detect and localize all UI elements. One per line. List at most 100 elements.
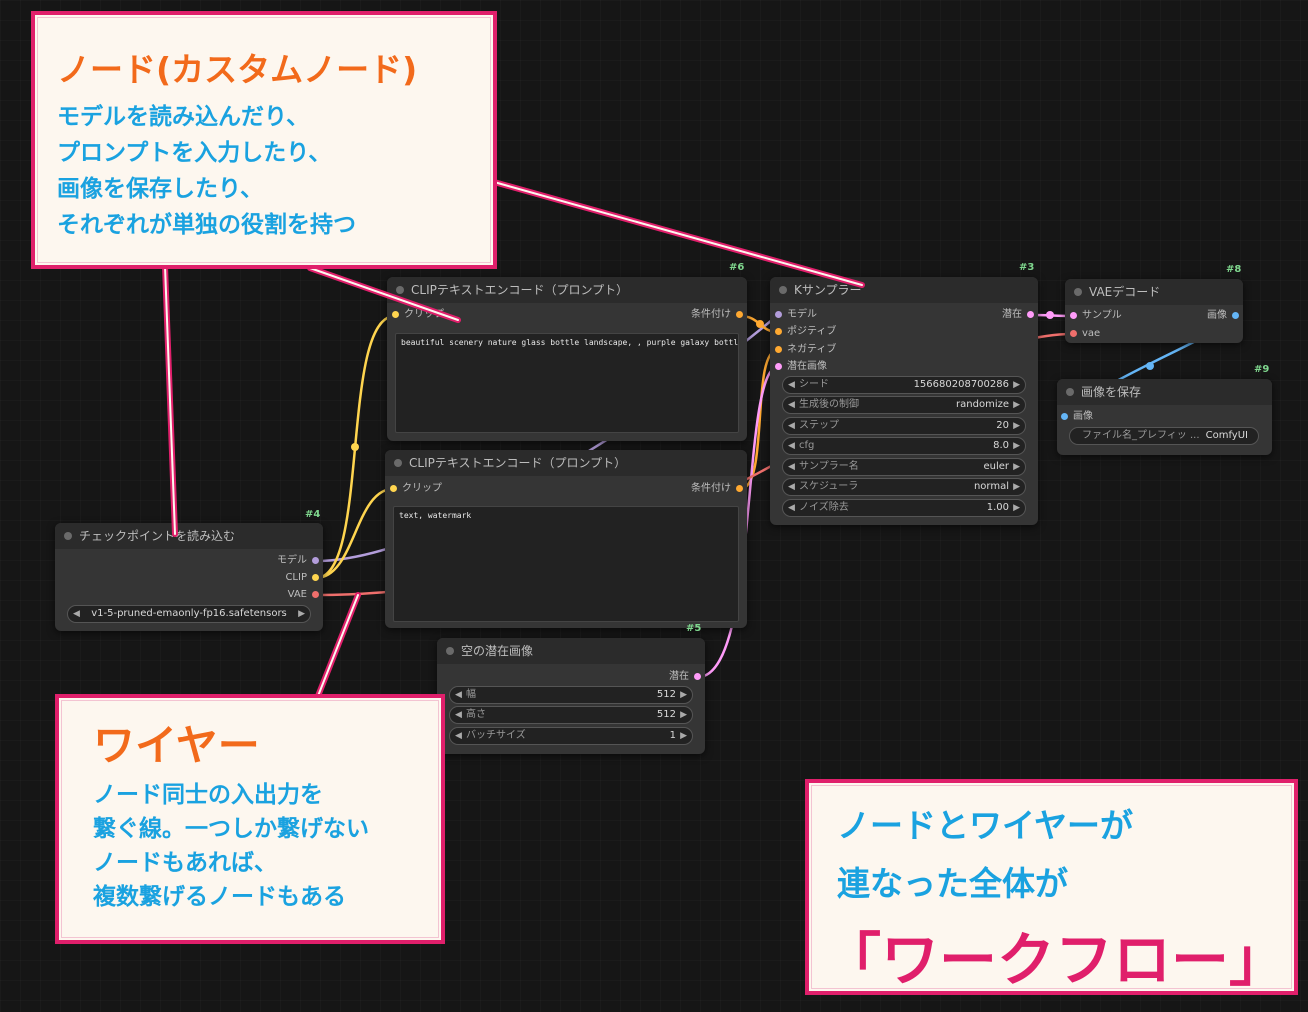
arrow-right-icon[interactable]: ▶ xyxy=(1013,397,1020,413)
slot-dot-icon[interactable] xyxy=(1070,330,1077,337)
slot-dot-icon[interactable] xyxy=(1061,413,1068,420)
input-model[interactable]: モデル xyxy=(775,308,817,322)
input-samples[interactable]: サンプル xyxy=(1070,309,1122,323)
arrow-right-icon[interactable]: ▶ xyxy=(680,728,687,744)
arrow-right-icon[interactable]: ▶ xyxy=(680,687,687,703)
reroute-dot[interactable] xyxy=(1146,362,1154,370)
input-latent-image[interactable]: 潜在画像 xyxy=(775,360,827,374)
input-positive[interactable]: ポジティブ xyxy=(775,325,836,339)
arrow-left-icon[interactable]: ◀ xyxy=(788,479,795,495)
output-latent[interactable]: 潜在 xyxy=(1002,308,1034,322)
arrow-right-icon[interactable]: ▶ xyxy=(1013,438,1020,454)
slot-dot-icon[interactable] xyxy=(312,574,319,581)
reroute-dot[interactable] xyxy=(351,443,359,451)
widget-seed[interactable]: ◀ シード 156680208700286 ▶ xyxy=(782,376,1026,394)
node-ksampler[interactable]: Kサンプラー モデル ポジティブ ネガティブ 潜在画像 潜在 ◀ シード 15668… xyxy=(770,277,1038,525)
slot-dot-icon[interactable] xyxy=(775,328,782,335)
slot-dot-icon[interactable] xyxy=(390,485,397,492)
slot-dot-icon[interactable] xyxy=(694,673,701,680)
slot-dot-icon[interactable] xyxy=(736,485,743,492)
slot-dot-icon[interactable] xyxy=(1070,312,1077,319)
slot-dot-icon[interactable] xyxy=(312,591,319,598)
node-id: #6 xyxy=(729,262,745,273)
filename-prefix-field[interactable]: ファイル名_プレフィッ ... ComfyUI xyxy=(1069,427,1259,445)
arrow-left-icon[interactable]: ◀ xyxy=(455,687,462,703)
node-vae-decode[interactable]: VAEデコード サンプル vae 画像 xyxy=(1065,279,1243,343)
slot-dot-icon[interactable] xyxy=(1027,311,1034,318)
node-clip-text-encode-positive[interactable]: CLIPテキストエンコード（プロンプト） クリップ 条件付け beautiful… xyxy=(387,277,747,441)
node-header[interactable]: Kサンプラー xyxy=(770,277,1038,303)
arrow-left-icon[interactable]: ◀ xyxy=(73,606,80,622)
widget-control-after-generate[interactable]: ◀ 生成後の制御 randomize ▶ xyxy=(782,396,1026,414)
collapse-dot-icon[interactable] xyxy=(394,459,402,467)
output-conditioning[interactable]: 条件付け xyxy=(691,308,743,322)
collapse-dot-icon[interactable] xyxy=(396,286,404,294)
node-save-image[interactable]: 画像を保存 画像 ファイル名_プレフィッ ... ComfyUI xyxy=(1057,379,1272,455)
arrow-right-icon[interactable]: ▶ xyxy=(1013,377,1020,393)
node-header[interactable]: CLIPテキストエンコード（プロンプト） xyxy=(387,277,747,303)
node-header[interactable]: 空の潜在画像 xyxy=(437,638,705,664)
reroute-dot[interactable] xyxy=(1046,311,1054,319)
arrow-right-icon[interactable]: ▶ xyxy=(1013,459,1020,475)
input-clip[interactable]: クリップ xyxy=(392,308,444,322)
arrow-right-icon[interactable]: ▶ xyxy=(1013,418,1020,434)
collapse-dot-icon[interactable] xyxy=(1074,288,1082,296)
node-header[interactable]: 画像を保存 xyxy=(1057,379,1272,405)
widget-batch-size[interactable]: ◀ バッチサイズ 1 ▶ xyxy=(449,727,693,745)
node-header[interactable]: VAEデコード xyxy=(1065,279,1243,305)
input-clip[interactable]: クリップ xyxy=(390,482,442,496)
reroute-dot[interactable] xyxy=(756,320,764,328)
arrow-left-icon[interactable]: ◀ xyxy=(788,397,795,413)
arrow-left-icon[interactable]: ◀ xyxy=(455,707,462,723)
arrow-right-icon[interactable]: ▶ xyxy=(1013,479,1020,495)
widget-scheduler[interactable]: ◀ スケジューラ normal ▶ xyxy=(782,478,1026,496)
arrow-right-icon[interactable]: ▶ xyxy=(298,606,305,622)
collapse-dot-icon[interactable] xyxy=(1066,388,1074,396)
arrow-left-icon[interactable]: ◀ xyxy=(455,728,462,744)
output-conditioning[interactable]: 条件付け xyxy=(691,482,743,496)
widget-width[interactable]: ◀ 幅 512 ▶ xyxy=(449,686,693,704)
node-empty-latent-image[interactable]: 空の潜在画像 潜在 ◀ 幅 512 ▶ ◀ 高さ 512 ▶ ◀ バッチサイズ 1 ▶ xyxy=(437,638,705,754)
output-image[interactable]: 画像 xyxy=(1207,309,1239,323)
arrow-left-icon[interactable]: ◀ xyxy=(788,459,795,475)
widget-steps[interactable]: ◀ ステップ 20 ▶ xyxy=(782,417,1026,435)
workflow-canvas[interactable]: #4 チェックポイントを読み込む モデル CLIP VAE ◀ v1-5-pru… xyxy=(0,0,1308,1012)
node-checkpoint-loader[interactable]: チェックポイントを読み込む モデル CLIP VAE ◀ v1-5-pruned… xyxy=(55,523,323,631)
slot-dot-icon[interactable] xyxy=(312,557,319,564)
widget-height[interactable]: ◀ 高さ 512 ▶ xyxy=(449,706,693,724)
node-clip-text-encode-negative[interactable]: CLIPテキストエンコード（プロンプト） クリップ 条件付け text, wat… xyxy=(385,450,747,628)
output-clip[interactable]: CLIP xyxy=(285,571,319,585)
slot-dot-icon[interactable] xyxy=(392,311,399,318)
collapse-dot-icon[interactable] xyxy=(64,532,72,540)
slot-dot-icon[interactable] xyxy=(775,346,782,353)
node-header[interactable]: チェックポイントを読み込む xyxy=(55,523,323,549)
callout-title: 「ワークフロー」 xyxy=(823,926,1288,994)
ckpt-name-combo[interactable]: ◀ v1-5-pruned-emaonly-fp16.safetensors ▶ xyxy=(67,605,311,623)
arrow-left-icon[interactable]: ◀ xyxy=(788,438,795,454)
arrow-left-icon[interactable]: ◀ xyxy=(788,500,795,516)
prompt-textarea[interactable]: text, watermark xyxy=(393,506,739,622)
slot-dot-icon[interactable] xyxy=(736,311,743,318)
slot-dot-icon[interactable] xyxy=(775,363,782,370)
widget-denoise[interactable]: ◀ ノイズ除去 1.00 ▶ xyxy=(782,499,1026,517)
arrow-left-icon[interactable]: ◀ xyxy=(788,377,795,393)
input-images[interactable]: 画像 xyxy=(1061,410,1093,424)
wire-clip-negative[interactable] xyxy=(315,487,394,580)
input-vae[interactable]: vae xyxy=(1070,327,1100,341)
arrow-right-icon[interactable]: ▶ xyxy=(680,707,687,723)
arrow-right-icon[interactable]: ▶ xyxy=(1013,500,1020,516)
wire-clip-positive[interactable] xyxy=(315,314,396,580)
input-negative[interactable]: ネガティブ xyxy=(775,343,836,357)
output-model[interactable]: モデル xyxy=(277,554,319,568)
slot-dot-icon[interactable] xyxy=(1232,312,1239,319)
arrow-left-icon[interactable]: ◀ xyxy=(788,418,795,434)
output-latent[interactable]: 潜在 xyxy=(669,670,701,684)
node-header[interactable]: CLIPテキストエンコード（プロンプト） xyxy=(385,450,747,476)
widget-sampler-name[interactable]: ◀ サンプラー名 euler ▶ xyxy=(782,458,1026,476)
output-vae[interactable]: VAE xyxy=(288,588,319,602)
slot-dot-icon[interactable] xyxy=(775,311,782,318)
widget-cfg[interactable]: ◀ cfg 8.0 ▶ xyxy=(782,437,1026,455)
collapse-dot-icon[interactable] xyxy=(779,286,787,294)
prompt-textarea[interactable]: beautiful scenery nature glass bottle la… xyxy=(395,333,739,433)
collapse-dot-icon[interactable] xyxy=(446,647,454,655)
